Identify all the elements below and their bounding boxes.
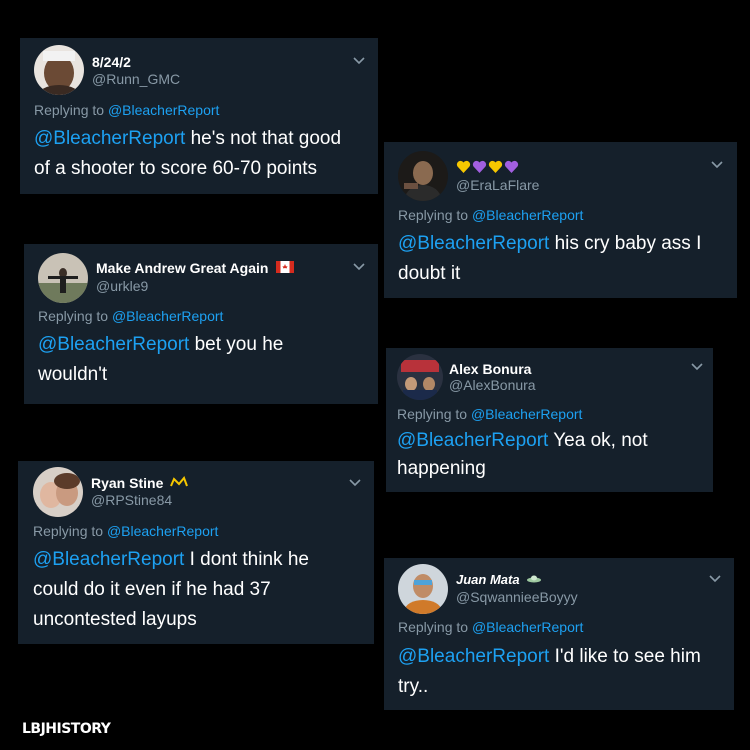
mention-link[interactable]: @BleacherReport [398, 646, 549, 667]
purple-heart-icon [472, 161, 487, 174]
reply-mention-link[interactable]: @BleacherReport [472, 207, 584, 223]
display-name[interactable]: 8/24/2 [92, 54, 131, 70]
chevron-down-icon[interactable] [352, 56, 366, 66]
tweet-card-eralaflare[interactable]: @EraLaFlare Replying to @BleacherReport … [384, 142, 737, 298]
chevron-down-icon[interactable] [708, 574, 722, 584]
avatar[interactable] [398, 151, 448, 201]
tweet-text-2: doubt it [398, 263, 461, 284]
tweet-text-1: he's not that good [185, 128, 342, 149]
display-name[interactable]: Ryan Stine [91, 475, 189, 491]
replying-to: Replying to @BleacherReport [38, 308, 223, 324]
tweet-text: @BleacherReport his cry baby ass I doubt… [398, 229, 733, 289]
replying-to: Replying to @BleacherReport [34, 102, 219, 118]
tweet-line-1: @BleacherReport he's not that good [34, 124, 374, 154]
username[interactable]: @SqwannieeBoyyy [456, 589, 578, 605]
ufo-icon [527, 575, 542, 583]
crown-icon [170, 476, 189, 487]
mention-link[interactable]: @BleacherReport [38, 334, 189, 355]
display-name-text: Juan Mata [456, 572, 520, 587]
tweet-text-3: uncontested layups [33, 609, 197, 630]
chevron-down-icon[interactable] [710, 160, 724, 170]
tweet-text-2: wouldn't [38, 364, 108, 385]
tweet-text-2: happening [397, 458, 486, 479]
display-name[interactable]: Juan Mata [456, 572, 543, 587]
tweet-text-1: I'd like to see him [549, 646, 701, 667]
avatar[interactable] [397, 354, 443, 400]
replying-to-label: Replying to [34, 102, 105, 118]
reply-mention-link[interactable]: @BleacherReport [471, 406, 583, 422]
yellow-heart-icon [488, 161, 503, 174]
tweet-card-alexbonura[interactable]: Alex Bonura @AlexBonura Replying to @Ble… [386, 348, 713, 492]
mention-link[interactable]: @BleacherReport [398, 233, 549, 254]
username[interactable]: @RPStine84 [91, 492, 172, 508]
tweet-line-1: @BleacherReport Yea ok, not [397, 427, 709, 455]
chevron-down-icon[interactable] [352, 262, 366, 272]
tweet-line-1: @BleacherReport I dont think he [33, 545, 369, 575]
display-name-text: Make Andrew Great Again [96, 260, 269, 276]
username[interactable]: @urkle9 [96, 278, 148, 294]
yellow-heart-icon [456, 161, 471, 174]
canada-flag-icon [276, 261, 295, 273]
display-name[interactable]: Alex Bonura [449, 361, 531, 377]
reply-mention-link[interactable]: @BleacherReport [108, 102, 220, 118]
replying-to: Replying to @BleacherReport [398, 207, 583, 223]
purple-heart-icon [504, 161, 519, 174]
replying-to: Replying to @BleacherReport [398, 619, 583, 635]
replying-to-label: Replying to [397, 406, 468, 422]
chevron-down-icon[interactable] [348, 478, 362, 488]
tweet-line-1: @BleacherReport I'd like to see him [398, 642, 730, 672]
mention-link[interactable]: @BleacherReport [397, 430, 548, 451]
display-name[interactable]: Make Andrew Great Again [96, 260, 295, 276]
avatar[interactable] [34, 45, 84, 95]
chevron-down-icon[interactable] [690, 362, 704, 372]
display-name-text: Ryan Stine [91, 475, 164, 491]
display-name-emoji[interactable] [456, 158, 520, 174]
replying-to: Replying to @BleacherReport [397, 406, 582, 422]
mention-link[interactable]: @BleacherReport [34, 128, 185, 149]
tweet-text: @BleacherReport I dont think he could do… [33, 545, 369, 635]
reply-mention-link[interactable]: @BleacherReport [112, 308, 224, 324]
reply-mention-link[interactable]: @BleacherReport [472, 619, 584, 635]
tweet-text-1: I dont think he [184, 549, 309, 570]
replying-to-label: Replying to [398, 207, 469, 223]
tweet-line-1: @BleacherReport bet you he [38, 330, 374, 360]
username[interactable]: @AlexBonura [449, 377, 536, 393]
avatar[interactable] [38, 253, 88, 303]
tweet-card-urkle9[interactable]: Make Andrew Great Again @urkle9 Replying… [24, 244, 378, 404]
reply-mention-link[interactable]: @BleacherReport [107, 523, 219, 539]
tweet-text: @BleacherReport he's not that good of a … [34, 124, 374, 184]
tweet-text: @BleacherReport bet you he wouldn't [38, 330, 374, 390]
replying-to-label: Replying to [398, 619, 469, 635]
username[interactable]: @Runn_GMC [92, 71, 180, 87]
tweet-text-2: could do it even if he had 37 [33, 579, 271, 600]
tweet-text: @BleacherReport I'd like to see him try.… [398, 642, 730, 702]
tweet-card-sqwannieeboyyy[interactable]: Juan Mata @SqwannieeBoyyy Replying to @B… [384, 558, 734, 710]
tweet-card-rpstine84[interactable]: Ryan Stine @RPStine84 Replying to @Bleac… [18, 461, 374, 644]
tweet-text-2: try.. [398, 676, 429, 697]
avatar[interactable] [398, 564, 448, 614]
tweet-line-1: @BleacherReport his cry baby ass I [398, 229, 733, 259]
username[interactable]: @EraLaFlare [456, 177, 539, 193]
tweet-text-1: his cry baby ass I [549, 233, 702, 254]
avatar[interactable] [33, 467, 83, 517]
tweet-text: @BleacherReport Yea ok, not happening [397, 427, 709, 483]
tweet-text-1: bet you he [189, 334, 284, 355]
tweet-text-2: of a shooter to score 60-70 points [34, 158, 318, 179]
watermark-logo: LBJHISTORY [22, 721, 111, 737]
tweet-text-1: Yea ok, not [548, 430, 648, 451]
tweet-card-runn-gmc[interactable]: 8/24/2 @Runn_GMC Replying to @BleacherRe… [20, 38, 378, 194]
mention-link[interactable]: @BleacherReport [33, 549, 184, 570]
replying-to-label: Replying to [38, 308, 109, 324]
replying-to-label: Replying to [33, 523, 104, 539]
replying-to: Replying to @BleacherReport [33, 523, 218, 539]
